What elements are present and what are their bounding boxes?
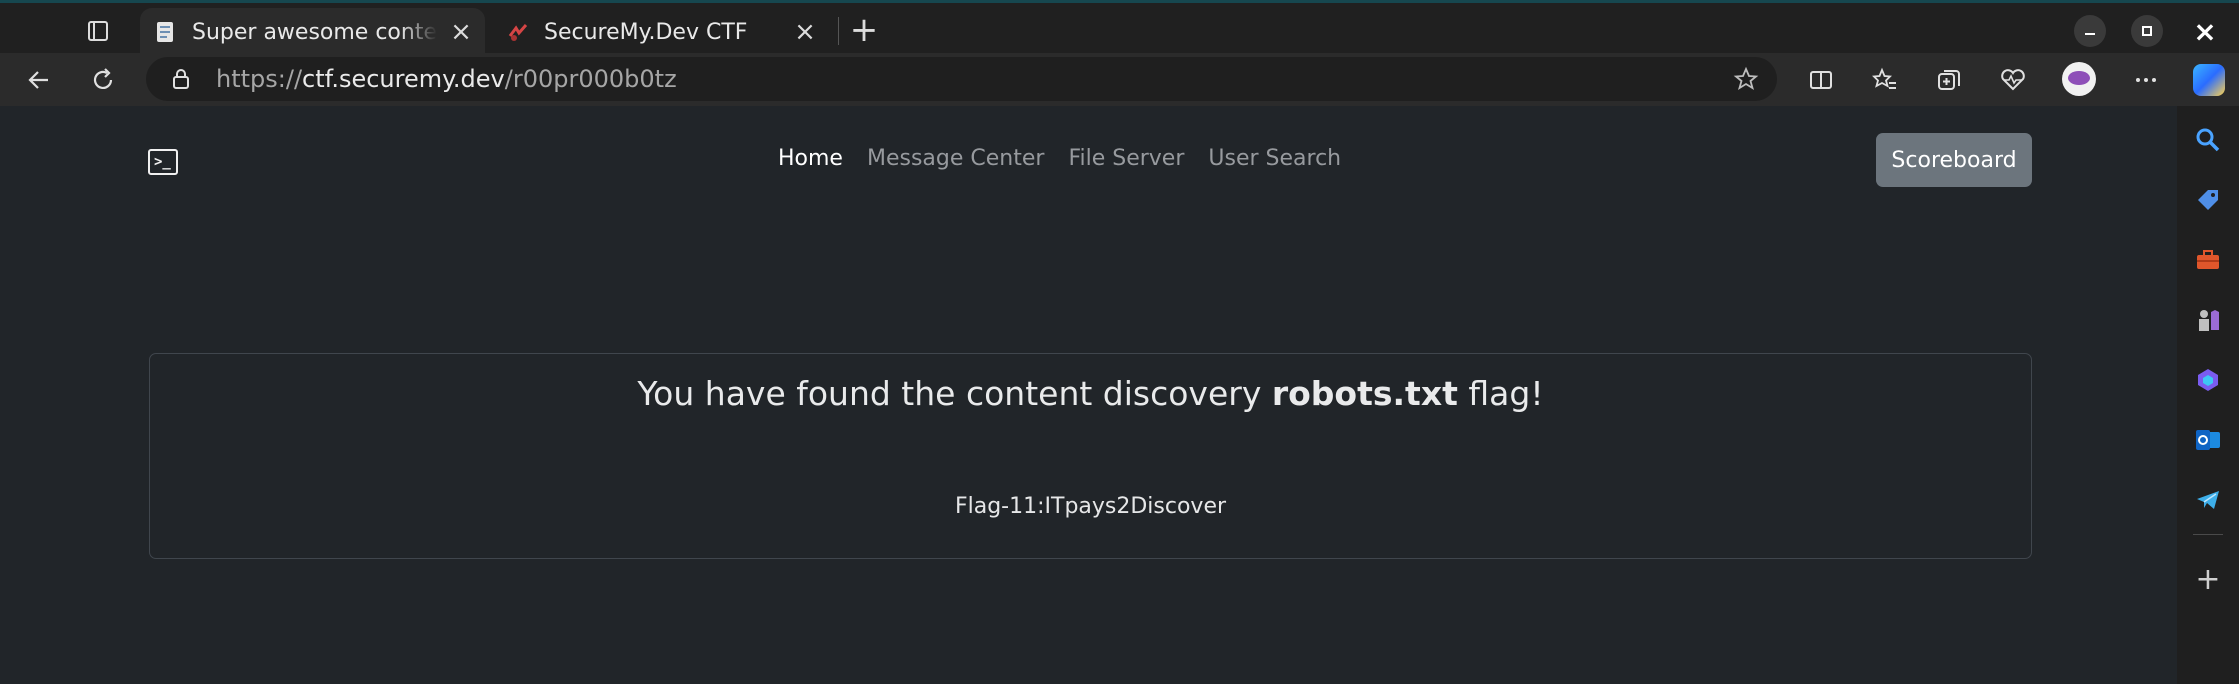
tab-actions-icon[interactable] bbox=[80, 17, 116, 45]
favorites-icon[interactable] bbox=[1870, 65, 1900, 95]
url-text[interactable]: https://ctf.securemy.dev/r00pr000b0tz bbox=[216, 65, 677, 93]
refresh-icon[interactable] bbox=[88, 65, 118, 95]
ctf-favicon-icon bbox=[508, 24, 528, 41]
nav-user-search[interactable]: User Search bbox=[1208, 146, 1341, 171]
close-window-icon[interactable]: × bbox=[2189, 15, 2221, 48]
tab-divider bbox=[838, 17, 839, 45]
tab-close-icon[interactable]: × bbox=[449, 17, 473, 47]
title-bold: robots.txt bbox=[1271, 374, 1458, 413]
profile-avatar[interactable] bbox=[2062, 62, 2096, 96]
lock-icon[interactable] bbox=[170, 68, 192, 90]
back-arrow-icon[interactable] bbox=[24, 65, 54, 95]
tab-title: SecureMy.Dev CTF bbox=[544, 19, 748, 45]
copilot-icon[interactable] bbox=[2193, 64, 2225, 96]
address-toolbar: https://ctf.securemy.dev/r00pr000b0tz bbox=[0, 53, 2239, 106]
browser-window: Super awesome content discovery × Secure… bbox=[0, 0, 2239, 684]
star-icon[interactable] bbox=[1733, 66, 1759, 92]
page-favicon-icon bbox=[157, 22, 173, 42]
tab-close-icon[interactable]: × bbox=[793, 17, 817, 47]
tab-strip: Super awesome content discovery × Secure… bbox=[0, 0, 2239, 56]
telegram-icon[interactable] bbox=[2194, 486, 2222, 514]
tab-securemy-dev-ctf[interactable]: SecureMy.Dev CTF × bbox=[492, 8, 829, 56]
games-icon[interactable] bbox=[2194, 306, 2222, 334]
title-prefix: You have found the content discovery bbox=[637, 374, 1272, 413]
more-icon[interactable] bbox=[2131, 65, 2161, 95]
add-icon[interactable]: + bbox=[2194, 565, 2222, 595]
tab-super-awesome-content[interactable]: Super awesome content discovery × bbox=[140, 8, 485, 56]
maximize-icon[interactable] bbox=[2131, 15, 2163, 47]
nav-message-center[interactable]: Message Center bbox=[867, 146, 1044, 171]
card-title: You have found the content discovery rob… bbox=[150, 374, 2031, 413]
shopping-tag-icon[interactable] bbox=[2194, 186, 2222, 214]
sidebar-divider bbox=[2193, 534, 2223, 535]
web-page: >_ Home Message Center File Server User … bbox=[0, 106, 2177, 684]
microsoft-365-icon[interactable] bbox=[2194, 366, 2222, 394]
url-scheme: https:// bbox=[216, 65, 303, 93]
outlook-icon[interactable] bbox=[2194, 426, 2222, 454]
heart-pulse-icon[interactable] bbox=[1998, 65, 2028, 95]
new-tab-icon[interactable]: + bbox=[847, 13, 881, 47]
title-suffix: flag! bbox=[1457, 374, 1544, 413]
split-screen-icon[interactable] bbox=[1806, 65, 1836, 95]
terminal-icon[interactable]: >_ bbox=[148, 149, 178, 175]
nav-home[interactable]: Home bbox=[778, 146, 843, 171]
nav-file-server[interactable]: File Server bbox=[1068, 146, 1184, 171]
search-icon[interactable] bbox=[2194, 126, 2222, 154]
tab-title: Super awesome content discovery bbox=[192, 19, 437, 45]
main-nav: Home Message Center File Server User Sea… bbox=[778, 146, 1341, 171]
flag-card: You have found the content discovery rob… bbox=[149, 353, 2032, 559]
tools-icon[interactable] bbox=[2194, 246, 2222, 274]
flag-text: Flag-11:ITpays2Discover bbox=[954, 494, 1227, 519]
edge-sidebar: + bbox=[2177, 106, 2239, 684]
collections-icon[interactable] bbox=[1934, 65, 1964, 95]
address-bar[interactable]: https://ctf.securemy.dev/r00pr000b0tz bbox=[146, 57, 1777, 101]
minimize-icon[interactable] bbox=[2074, 15, 2106, 47]
url-path: /r00pr000b0tz bbox=[504, 65, 677, 93]
url-host: ctf.securemy.dev bbox=[302, 65, 505, 93]
scoreboard-button[interactable]: Scoreboard bbox=[1876, 133, 2032, 187]
